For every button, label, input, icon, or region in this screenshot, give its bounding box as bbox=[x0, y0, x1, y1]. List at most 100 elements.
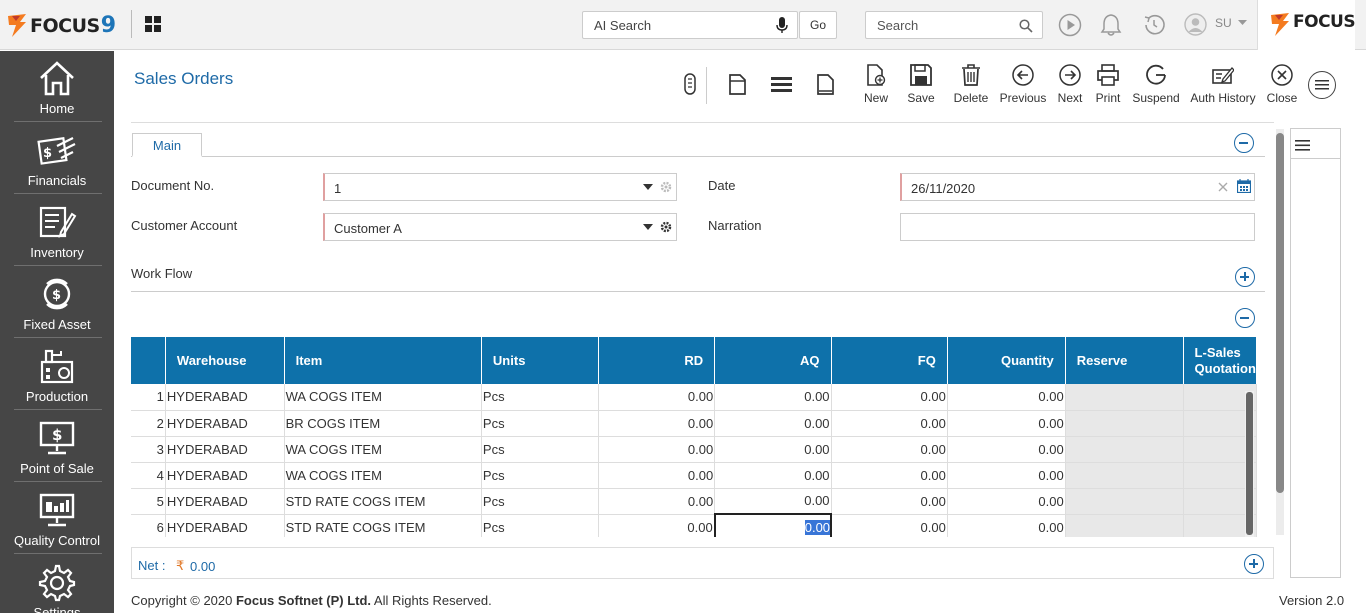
calendar-icon[interactable] bbox=[1237, 179, 1251, 193]
rd-cell[interactable]: 0.00 bbox=[598, 488, 716, 515]
units-cell[interactable]: Pcs bbox=[481, 462, 599, 489]
quantity-cell[interactable]: 0.00 bbox=[947, 384, 1066, 411]
rd-cell[interactable]: 0.00 bbox=[598, 436, 716, 463]
gear-icon[interactable] bbox=[660, 181, 672, 193]
rd-cell[interactable]: 0.00 bbox=[598, 410, 716, 437]
chevron-down-icon[interactable] bbox=[1238, 20, 1247, 26]
warehouse-cell[interactable]: HYDERABAD bbox=[165, 488, 285, 515]
fq-cell[interactable]: 0.00 bbox=[831, 436, 948, 463]
search-icon[interactable] bbox=[1019, 19, 1033, 33]
expand-workflow-button[interactable] bbox=[1235, 267, 1255, 287]
chevron-down-icon[interactable] bbox=[643, 184, 653, 190]
warehouse-cell[interactable]: HYDERABAD bbox=[165, 514, 285, 537]
quantity-cell[interactable]: 0.00 bbox=[947, 514, 1066, 537]
narration-field[interactable] bbox=[900, 213, 1255, 241]
units-cell[interactable]: Pcs bbox=[481, 410, 599, 437]
column-header-units[interactable]: Units bbox=[481, 337, 599, 384]
history-icon[interactable] bbox=[1142, 13, 1166, 37]
expand-footer-button[interactable] bbox=[1244, 554, 1264, 574]
units-cell[interactable]: Pcs bbox=[481, 514, 599, 537]
sidebar-item-home[interactable]: Home bbox=[0, 51, 114, 123]
quantity-cell[interactable]: 0.00 bbox=[947, 436, 1066, 463]
go-button[interactable]: Go bbox=[799, 11, 837, 39]
warehouse-cell[interactable]: HYDERABAD bbox=[165, 384, 285, 411]
apps-grid-icon[interactable] bbox=[145, 16, 161, 32]
page-scrollbar-thumb[interactable] bbox=[1276, 133, 1284, 493]
page-icon[interactable] bbox=[817, 74, 834, 95]
customer-account-field[interactable]: Customer A bbox=[323, 213, 677, 241]
units-cell[interactable]: Pcs bbox=[481, 436, 599, 463]
aq-cell-active[interactable]: 0.00 bbox=[713, 513, 833, 537]
units-cell[interactable]: Pcs bbox=[481, 488, 599, 515]
play-icon[interactable] bbox=[1058, 13, 1082, 37]
column-header-quantity[interactable]: Quantity bbox=[947, 337, 1066, 384]
sidebar-item-inventory[interactable]: Inventory bbox=[0, 195, 114, 267]
units-cell[interactable]: Pcs bbox=[481, 384, 599, 411]
save-button[interactable]: Save bbox=[905, 64, 937, 108]
table-row[interactable]: 2 HYDERABAD BR COGS ITEM Pcs 0.00 0.00 0… bbox=[131, 410, 1257, 437]
gear-icon[interactable] bbox=[660, 221, 672, 233]
column-header-aq[interactable]: AQ bbox=[714, 337, 832, 384]
sidebar-item-point-of-sale[interactable]: $ Point of Sale bbox=[0, 411, 114, 483]
user-initials[interactable]: SU bbox=[1215, 16, 1232, 30]
document-no-field[interactable]: 1 bbox=[323, 173, 677, 201]
table-row[interactable]: 4 HYDERABAD WA COGS ITEM Pcs 0.00 0.00 0… bbox=[131, 462, 1257, 489]
fq-cell[interactable]: 0.00 bbox=[831, 384, 948, 411]
item-cell[interactable]: WA COGS ITEM bbox=[284, 436, 482, 463]
column-header-warehouse[interactable]: Warehouse bbox=[165, 337, 285, 384]
item-cell[interactable]: BR COGS ITEM bbox=[284, 410, 482, 437]
document-icon[interactable] bbox=[729, 74, 746, 95]
search-input[interactable]: Search bbox=[865, 11, 1043, 39]
warehouse-cell[interactable]: HYDERABAD bbox=[165, 410, 285, 437]
new-button[interactable]: New bbox=[860, 64, 892, 108]
aq-cell[interactable]: 0.00 bbox=[714, 384, 832, 411]
clear-icon[interactable] bbox=[1218, 182, 1228, 192]
aq-cell[interactable]: 0.00 bbox=[714, 410, 832, 437]
warehouse-cell[interactable]: HYDERABAD bbox=[165, 436, 285, 463]
sidebar-item-production[interactable]: Production bbox=[0, 339, 114, 411]
collapse-header-button[interactable] bbox=[1234, 133, 1254, 153]
grid-scrollbar-thumb[interactable] bbox=[1246, 392, 1253, 535]
user-avatar-icon[interactable] bbox=[1184, 13, 1207, 36]
item-cell[interactable]: STD RATE COGS ITEM bbox=[284, 488, 482, 515]
item-cell[interactable]: WA COGS ITEM bbox=[284, 384, 482, 411]
warehouse-cell[interactable]: HYDERABAD bbox=[165, 462, 285, 489]
column-header-rd[interactable]: RD bbox=[598, 337, 716, 384]
microphone-icon[interactable] bbox=[776, 17, 788, 34]
fq-cell[interactable]: 0.00 bbox=[831, 488, 948, 515]
close-button[interactable]: Close bbox=[1266, 64, 1298, 108]
table-row[interactable]: 5 HYDERABAD STD RATE COGS ITEM Pcs 0.00 … bbox=[131, 488, 1257, 515]
suspend-button[interactable]: Suspend bbox=[1131, 64, 1181, 108]
previous-button[interactable]: Previous bbox=[998, 64, 1048, 108]
fq-cell[interactable]: 0.00 bbox=[831, 462, 948, 489]
sidebar-item-settings[interactable]: Settings bbox=[0, 555, 114, 613]
aq-cell[interactable]: 0.00 bbox=[714, 436, 832, 463]
collapse-grid-button[interactable] bbox=[1235, 308, 1255, 328]
quantity-cell[interactable]: 0.00 bbox=[947, 462, 1066, 489]
panel-menu-icon[interactable] bbox=[1295, 140, 1310, 151]
next-button[interactable]: Next bbox=[1054, 64, 1086, 108]
table-row[interactable]: 3 HYDERABAD WA COGS ITEM Pcs 0.00 0.00 0… bbox=[131, 436, 1257, 463]
column-header-l-sales-quotation[interactable]: L-Sales Quotation bbox=[1183, 337, 1257, 384]
rd-cell[interactable]: 0.00 bbox=[598, 514, 716, 537]
sidebar-item-quality-control[interactable]: Quality Control bbox=[0, 483, 114, 555]
table-row[interactable]: 1 HYDERABAD WA COGS ITEM Pcs 0.00 0.00 0… bbox=[131, 384, 1257, 411]
sidebar-item-financials[interactable]: $ Financials bbox=[0, 123, 114, 195]
chevron-down-icon[interactable] bbox=[643, 224, 653, 230]
list-view-icon[interactable] bbox=[771, 77, 792, 92]
column-header-item[interactable]: Item bbox=[284, 337, 482, 384]
print-button[interactable]: Print bbox=[1092, 64, 1124, 108]
focus9-logo[interactable]: FOCUS9 bbox=[6, 12, 116, 38]
fq-cell[interactable]: 0.00 bbox=[831, 514, 948, 537]
date-field[interactable]: 26/11/2020 bbox=[900, 173, 1255, 201]
delete-button[interactable]: Delete bbox=[951, 64, 991, 108]
ai-search-input[interactable]: AI Search bbox=[582, 11, 798, 39]
aq-cell[interactable]: 0.00 bbox=[714, 462, 832, 489]
attachment-icon[interactable] bbox=[684, 73, 696, 95]
aq-cell[interactable]: 0.00 bbox=[714, 488, 832, 515]
tab-main[interactable]: Main bbox=[132, 133, 202, 157]
quantity-cell[interactable]: 0.00 bbox=[947, 410, 1066, 437]
quantity-cell[interactable]: 0.00 bbox=[947, 488, 1066, 515]
hamburger-menu-button[interactable] bbox=[1308, 71, 1336, 99]
fq-cell[interactable]: 0.00 bbox=[831, 410, 948, 437]
